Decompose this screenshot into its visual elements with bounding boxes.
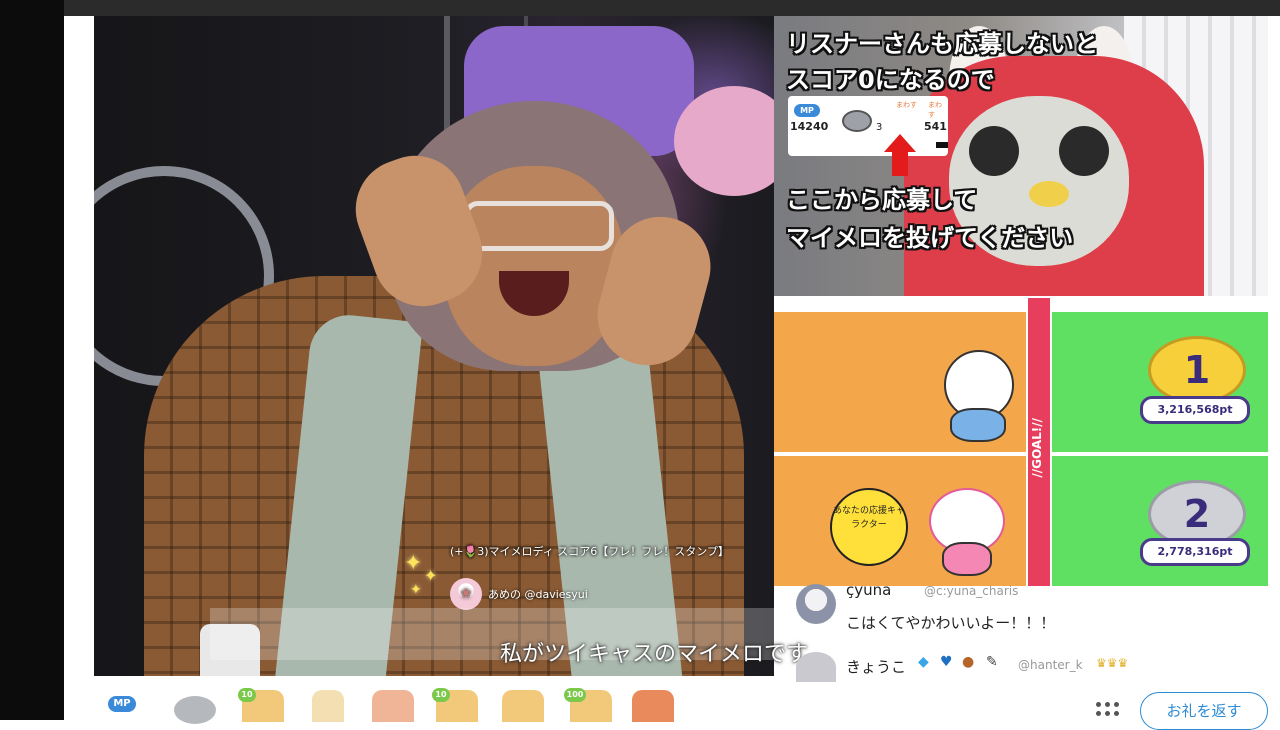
info-text-line4: マイメロを投げてください: [786, 224, 1074, 252]
comment-handle[interactable]: @c:yuna_charis: [924, 584, 1018, 598]
top-bar: [64, 0, 1280, 16]
gift-user-name: あめの @daviesyui: [488, 588, 588, 601]
info-text-line2: スコア0になるので: [786, 66, 995, 94]
rank-1-medal: 1: [1148, 336, 1246, 404]
goal-panel: //GOAL!// あなたの応援キャラクター 1 3,216,568pt 2 2…: [774, 298, 1268, 586]
stamp-count: 10: [238, 688, 256, 702]
costume-eye-left: [969, 126, 1019, 176]
comment-name[interactable]: çyuna: [846, 581, 891, 599]
coin-icon: [842, 110, 872, 132]
sparkle-icon: ✦: [404, 551, 423, 576]
left-edge-background: [0, 0, 64, 720]
toast-stamp-icon[interactable]: [312, 690, 344, 722]
info-text-line1: リスナーさんも応募しないと: [786, 30, 1098, 58]
character-dog-body: [950, 408, 1006, 442]
cheer-badge-text: あなたの応援キャラクター: [832, 506, 905, 530]
send-thanks-button[interactable]: お礼を返す: [1140, 692, 1268, 730]
gift-message: (+🌷3)マイメロディ スコア6【フレ！フレ！スタンプ】: [450, 545, 729, 558]
sparkle-icon: ✦: [410, 582, 422, 598]
mini-bar: [936, 142, 948, 148]
mini-tag-2: まわす: [928, 101, 942, 119]
costume-eye-right: [1059, 126, 1109, 176]
cheer-character-badge: あなたの応援キャラクター: [830, 488, 908, 566]
sparkle-icon: ✦: [424, 566, 438, 585]
bread-stamp-icon[interactable]: [502, 690, 544, 722]
gift-user-avatar: ❀: [450, 578, 482, 610]
diamond-icon: ◆: [918, 654, 929, 670]
costume-beak: [1029, 181, 1069, 207]
bunny-icon: ❀: [460, 586, 472, 602]
mini-coin-count: 3: [876, 122, 883, 133]
video-subtitle: 私がツイキャスのマイメロです: [500, 642, 809, 667]
clap-stamp-icon[interactable]: [372, 690, 414, 722]
gift-user: ❀ あめの @daviesyui: [450, 578, 588, 610]
comment-handle[interactable]: @hanter_k: [1018, 658, 1083, 672]
main-video-player[interactable]: ✦ ✦ ✦: [94, 16, 774, 676]
comment-avatar[interactable]: [796, 652, 836, 682]
red-arrow-icon: [884, 134, 916, 152]
streamer-glasses: [464, 201, 614, 251]
mini-score-card: MP 14240 3 まわす まわす 541: [788, 96, 948, 156]
party-stamp-icon[interactable]: [632, 690, 674, 722]
tool-icon: ✎: [986, 654, 998, 670]
mini-mp-value: 14240: [790, 120, 829, 133]
character-rabbit-body: [942, 542, 992, 576]
rank-1-score: 3,216,568pt: [1140, 396, 1250, 424]
sweets-icon: ●: [962, 654, 975, 670]
goal-label: //GOAL!//: [1030, 418, 1044, 478]
info-panel: リスナーさんも応募しないと スコア0になるので MP 14240 3 まわす ま…: [774, 16, 1268, 296]
mp-badge[interactable]: MP: [108, 696, 136, 712]
comment-avatar[interactable]: [796, 584, 836, 624]
rank-2-score: 2,778,316pt: [1140, 538, 1250, 566]
stamp-count: 100: [564, 688, 586, 702]
comment-name[interactable]: きょうこ: [846, 656, 906, 677]
heart-icon: ♥: [940, 654, 953, 670]
stamp-count: 10: [432, 688, 450, 702]
mini-tag-1: まわす: [896, 101, 917, 109]
grid-menu-icon[interactable]: [1096, 702, 1120, 718]
mini-mp-label: MP: [794, 104, 820, 117]
crown-icon: ♛♛♛: [1096, 656, 1129, 670]
red-arrow-stem: [892, 152, 908, 176]
mini-right-value: 541: [924, 120, 947, 133]
comment-text: こはくてやかわいいよー！！！: [846, 614, 1056, 632]
info-text-line3: ここから応募して: [786, 186, 978, 214]
